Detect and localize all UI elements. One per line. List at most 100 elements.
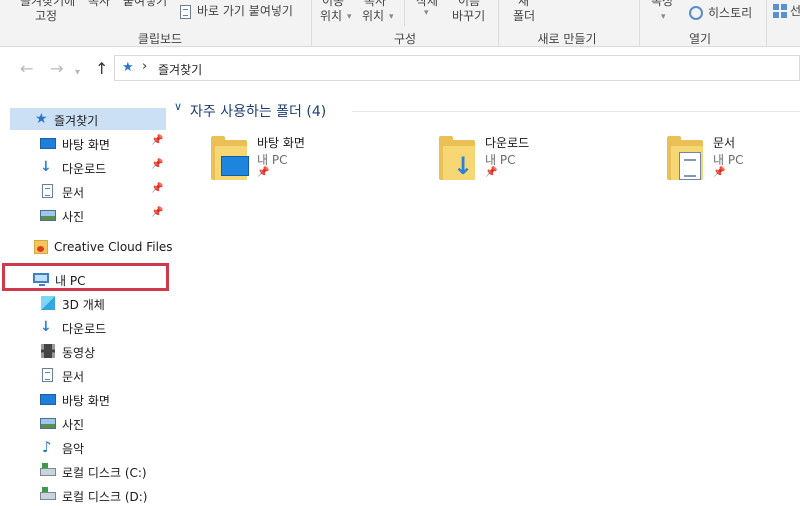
pin-icon: 📌 — [151, 135, 164, 146]
folder-name: 바탕 화면 — [257, 136, 305, 150]
pin-quick-access-label: 즐겨찾기에 — [20, 0, 76, 8]
history-icon — [689, 6, 703, 20]
folder-tile-desktop[interactable]: 바탕 화면 내 PC 📌 — [211, 132, 391, 188]
new-group-label: 새로 만들기 — [537, 32, 597, 46]
new-folder-button[interactable]: 새 — [518, 0, 529, 8]
copy-to-label-2: 위치 — [362, 9, 385, 23]
pin-quick-access-label-2: 고정 — [35, 9, 58, 23]
folder-location: 내 PC — [713, 153, 744, 167]
sidebar-item-local-disk-d[interactable]: 로컬 디스크 (D:) — [8, 484, 168, 506]
sidebar-item-creative-cloud[interactable]: Creative Cloud Files — [8, 236, 173, 258]
clipboard-group-label: 클립보드 — [137, 32, 183, 46]
drive-icon — [40, 463, 56, 476]
move-to-label-2: 위치 — [320, 9, 343, 23]
select-all-button[interactable]: 선 — [790, 4, 800, 18]
sidebar-item-pc-downloads[interactable]: ↓ 다운로드 — [8, 316, 168, 338]
folder-name: 문서 — [713, 136, 736, 150]
ribbon-separator — [639, 0, 640, 46]
pin-icon: 📌 — [257, 167, 270, 178]
sidebar-item-videos[interactable]: 동영상 — [8, 340, 168, 362]
navigation-pane: ★ 즐겨찾기 바탕 화면 📌 ↓ 다운로드 📌 문서 📌 사진 📌 Creati… — [0, 100, 173, 504]
recent-locations-chevron-icon[interactable]: ▾ — [75, 64, 80, 82]
move-to-dropdown-icon[interactable]: ▾ — [347, 12, 352, 22]
pin-icon: 📌 — [151, 183, 164, 194]
folder-tile-downloads[interactable]: ↓ 다운로드 내 PC 📌 — [439, 132, 619, 188]
new-folder-label-2: 폴더 — [513, 9, 536, 23]
ribbon-separator — [404, 0, 405, 26]
sidebar-item-label: 음악 — [62, 442, 85, 456]
folder-icon — [667, 136, 703, 180]
folder-name: 다운로드 — [485, 136, 530, 150]
sidebar-item-pc-documents[interactable]: 문서 — [8, 364, 168, 386]
3d-objects-icon — [41, 296, 55, 310]
copy-to-dropdown-icon[interactable]: ▾ — [389, 12, 394, 22]
folder-icon — [211, 136, 249, 180]
pictures-icon — [40, 210, 56, 221]
breadcrumb-chevron-icon[interactable]: › — [142, 59, 147, 74]
section-divider — [352, 111, 800, 112]
sidebar-item-music[interactable]: ♪ 음악 — [8, 436, 168, 458]
forward-arrow-icon[interactable]: → — [50, 60, 63, 78]
properties-button[interactable]: 속성 — [651, 0, 673, 8]
sidebar-item-label: 즐겨찾기 — [54, 114, 99, 128]
sidebar-item-label: 바탕 화면 — [62, 394, 110, 408]
sidebar-item-desktop[interactable]: 바탕 화면 📌 — [8, 132, 168, 154]
sidebar-item-pictures[interactable]: 사진 📌 — [8, 204, 168, 226]
move-to-button[interactable]: 이동 — [322, 0, 344, 8]
folder-icon: ↓ — [439, 136, 475, 180]
music-note-icon: ♪ — [42, 438, 52, 456]
sidebar-item-label: 로컬 디스크 (D:) — [62, 490, 148, 504]
sidebar-item-local-disk-c[interactable]: 로컬 디스크 (C:) — [8, 460, 168, 482]
rename-button[interactable]: 이름 — [458, 0, 480, 8]
paste-button[interactable]: 붙여넣기 — [123, 0, 167, 8]
star-icon: ★ — [35, 111, 48, 127]
ribbon-separator — [766, 0, 767, 46]
delete-button[interactable]: 삭제 — [416, 0, 438, 8]
video-icon — [41, 344, 55, 358]
sidebar-item-pc-desktop[interactable]: 바탕 화면 — [8, 388, 168, 410]
desktop-icon — [40, 138, 56, 149]
collapse-chevron-icon[interactable]: ∨ — [174, 100, 182, 113]
document-icon — [679, 152, 701, 180]
desktop-icon — [40, 394, 56, 405]
properties-dropdown-icon[interactable]: ▾ — [661, 12, 666, 22]
paste-shortcut-button[interactable]: 바로 가기 붙여넣기 — [197, 4, 293, 18]
sidebar-item-documents[interactable]: 문서 📌 — [8, 180, 168, 202]
download-arrow-icon: ↓ — [453, 152, 474, 180]
select-all-icon — [773, 4, 787, 18]
history-button[interactable]: 히스토리 — [708, 6, 752, 20]
organize-group-label: 구성 — [393, 32, 417, 46]
up-arrow-icon[interactable]: ↑ — [95, 60, 108, 78]
document-icon — [42, 368, 53, 382]
open-group-label: 열기 — [688, 32, 712, 46]
quick-access-star-icon: ★ — [122, 60, 134, 75]
pin-icon: 📌 — [485, 167, 498, 178]
sidebar-item-pc-pictures[interactable]: 사진 — [8, 412, 168, 434]
back-arrow-icon[interactable]: ← — [20, 60, 33, 78]
sidebar-item-quick-access[interactable]: ★ 즐겨찾기 — [10, 108, 166, 130]
sidebar-item-3d-objects[interactable]: 3D 개체 — [8, 292, 168, 314]
breadcrumb-quick-access[interactable]: 즐겨찾기 — [158, 61, 202, 78]
pin-icon: 📌 — [713, 167, 726, 178]
pin-quick-access-button[interactable]: 즐겨찾기에 — [20, 0, 75, 8]
sidebar-item-downloads[interactable]: ↓ 다운로드 📌 — [8, 156, 168, 178]
sidebar-item-label: 문서 — [62, 186, 85, 200]
ribbon: 즐겨찾기에 고정 복사 붙여넣기 바로 가기 붙여넣기 클립보드 이동 위치 ▾… — [0, 0, 800, 47]
download-arrow-icon: ↓ — [40, 319, 52, 335]
rename-label-2: 바꾸기 — [452, 9, 486, 23]
section-title: 자주 사용하는 폴더 (4) — [190, 104, 327, 120]
download-arrow-icon: ↓ — [40, 159, 52, 175]
ribbon-separator — [498, 0, 499, 46]
address-bar[interactable]: ★ › 즐겨찾기 — [114, 55, 800, 81]
pin-icon: 📌 — [151, 159, 164, 170]
folder-tile-documents[interactable]: 문서 내 PC 📌 — [667, 132, 800, 188]
sidebar-item-label: 다운로드 — [62, 322, 107, 336]
delete-dropdown-icon[interactable]: ▾ — [424, 8, 429, 18]
highlight-box — [2, 263, 169, 291]
sidebar-item-label: 3D 개체 — [62, 298, 105, 312]
copy-button[interactable]: 복사 — [88, 0, 110, 8]
sidebar-item-label: 문서 — [62, 370, 85, 384]
drive-icon — [40, 487, 56, 500]
copy-to-button[interactable]: 복사 — [364, 0, 386, 8]
folder-location: 내 PC — [485, 153, 516, 167]
